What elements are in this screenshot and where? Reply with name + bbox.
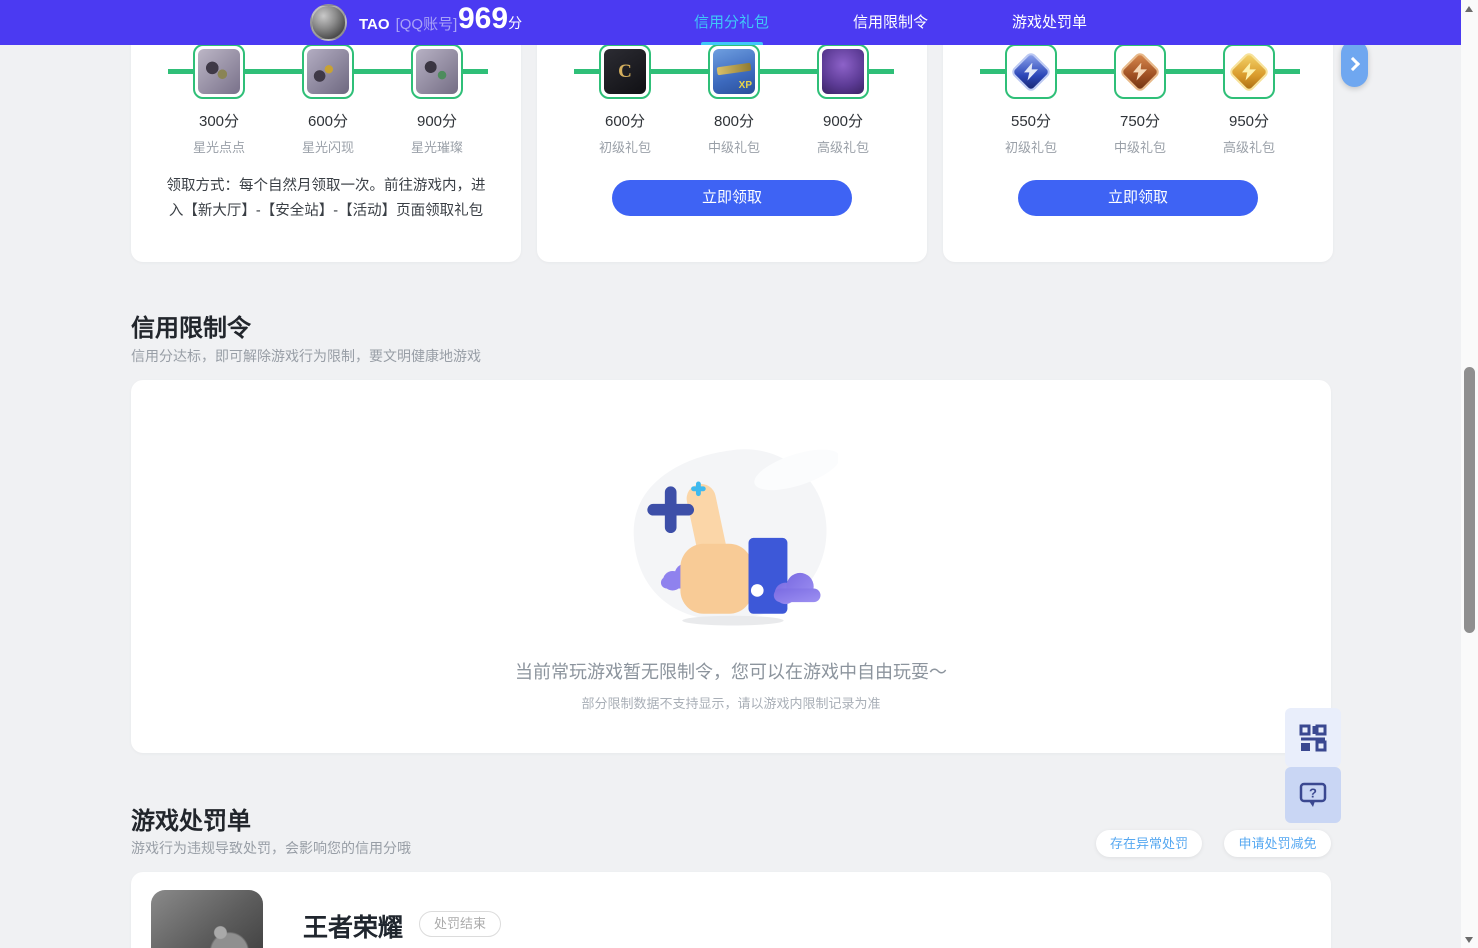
tab-label: 信用分礼包	[694, 14, 769, 31]
gift-item-icon: XP	[708, 44, 760, 99]
user-name: TAO	[359, 16, 390, 33]
game-name: 王者荣耀	[303, 908, 403, 944]
milestone: XP 800分 中级礼包	[682, 44, 786, 156]
punishment-status-badge: 处罚结束	[419, 911, 501, 937]
gift-item-icon	[817, 44, 869, 99]
gift-item-icon	[302, 44, 354, 99]
help-bubble-icon: ?	[1298, 780, 1328, 810]
milestone-name: 初级礼包	[599, 137, 651, 156]
milestone: 900分 高级礼包	[791, 44, 895, 156]
milestone-name: 星光闪现	[302, 137, 354, 156]
scroll-up-arrow-icon[interactable]	[1465, 6, 1473, 12]
restriction-section-subtitle: 信用分达标，即可解除游戏行为限制，要文明健康地游戏	[131, 346, 481, 366]
claim-instructions: 领取方式：每个自然月领取一次。前往游戏内，进 入【新大厅】-【安全站】-【活动】…	[157, 174, 495, 224]
avatar	[310, 4, 347, 41]
milestone-score: 300分	[199, 110, 239, 131]
milestone-name: 星光璀璨	[411, 137, 463, 156]
account-type-label: [QQ账号]	[396, 16, 458, 33]
milestone-score: 600分	[308, 110, 348, 131]
milestone: 750分 中级礼包	[1088, 44, 1192, 156]
purple-crate-icon	[822, 49, 864, 94]
restriction-empty-note: 部分限制数据不支持显示，请以游戏内限制记录为准	[131, 693, 1331, 712]
claim-instructions-line1: 领取方式：每个自然月领取一次。前往游戏内，进	[157, 174, 495, 199]
tab-credit-restrictions[interactable]: 信用限制令	[853, 0, 928, 45]
credit-score-unit: 分	[508, 15, 522, 31]
weapon-skin-icon	[307, 49, 349, 94]
scrollbar[interactable]	[1461, 0, 1478, 948]
milestone-score: 600分	[605, 110, 645, 131]
milestone: C 600分 初级礼包	[573, 44, 677, 156]
restriction-empty-card: 当前常玩游戏暂无限制令，您可以在游戏中自由玩耍～ 部分限制数据不支持显示，请以游…	[131, 380, 1331, 753]
gift-item-icon	[193, 44, 245, 99]
next-cards-button[interactable]	[1341, 40, 1368, 87]
restriction-section-title: 信用限制令	[131, 308, 251, 343]
svg-text:?: ?	[1309, 786, 1317, 801]
claim-now-button[interactable]: 立即领取	[612, 180, 852, 216]
tab-credit-gifts[interactable]: 信用分礼包	[694, 0, 769, 45]
claim-now-button[interactable]: 立即领取	[1018, 180, 1258, 216]
milestone-score: 900分	[417, 110, 457, 131]
gift-item-icon	[1223, 44, 1275, 99]
xp-label: XP	[739, 80, 752, 91]
game-icon-honor-of-kings	[151, 890, 263, 948]
milestone-score: 800分	[714, 110, 754, 131]
punishment-section-subtitle: 游戏行为违规导致处罚，会影响您的信用分哦	[131, 838, 411, 858]
gift-item-icon	[1005, 44, 1057, 99]
claim-instructions-line2: 入【新大厅】-【安全站】-【活动】页面领取礼包	[157, 199, 495, 224]
milestone-name: 初级礼包	[1005, 137, 1057, 156]
milestone-name: 高级礼包	[817, 137, 869, 156]
milestones: 300分 星光点点 600分 星光闪现 900分 星光璀璨	[167, 44, 489, 156]
tab-game-punishments[interactable]: 游戏处罚单	[1012, 0, 1087, 45]
milestone-score: 550分	[1011, 110, 1051, 131]
milestone-score: 950分	[1229, 110, 1269, 131]
milestone-name: 高级礼包	[1223, 137, 1275, 156]
qr-code-button[interactable]	[1285, 708, 1341, 767]
milestone-name: 星光点点	[193, 137, 245, 156]
punishment-reduction-link[interactable]: 申请处罚减免	[1224, 830, 1331, 857]
blue-badge-icon	[1010, 49, 1052, 94]
abnormal-punishment-link[interactable]: 存在异常处罚	[1096, 830, 1202, 857]
xp-card-icon: XP	[713, 49, 755, 94]
milestone-score: 900分	[823, 110, 863, 131]
gift-item-icon	[1114, 44, 1166, 99]
gift-item-icon: C	[599, 44, 651, 99]
milestone: 550分 初级礼包	[979, 44, 1083, 156]
qr-code-icon	[1299, 724, 1327, 752]
bronze-badge-icon	[1119, 49, 1161, 94]
milestone-name: 中级礼包	[708, 137, 760, 156]
military-gear-icon	[198, 49, 240, 94]
punishment-section-title: 游戏处罚单	[131, 801, 251, 836]
restriction-empty-message: 当前常玩游戏暂无限制令，您可以在游戏中自由玩耍～	[131, 658, 1331, 684]
punishment-record-card[interactable]: 王者荣耀 处罚结束	[131, 872, 1331, 948]
milestone: 950分 高级礼包	[1197, 44, 1301, 156]
milestone: 900分 星光璀璨	[385, 44, 489, 156]
thumbs-up-illustration	[624, 440, 838, 630]
tab-label: 游戏处罚单	[1012, 14, 1087, 31]
scroll-down-arrow-icon[interactable]	[1465, 937, 1473, 943]
milestone-score: 750分	[1120, 110, 1160, 131]
chevron-right-icon	[1346, 57, 1360, 71]
gift-item-icon	[411, 44, 463, 99]
coin-letter: C	[618, 61, 632, 83]
help-button[interactable]: ?	[1285, 767, 1341, 823]
user-line: TAO [QQ账号]	[359, 13, 457, 34]
credit-score-value: 969	[458, 2, 508, 35]
milestone: 600分 星光闪现	[276, 44, 380, 156]
scrollbar-thumb[interactable]	[1464, 367, 1475, 633]
milestones: C 600分 初级礼包 XP 800分 中级礼包 900分 高级礼包	[573, 44, 895, 156]
top-navbar: TAO [QQ账号] 969分 信用分礼包 信用限制令 游戏处罚单	[0, 0, 1461, 45]
gold-coin-icon: C	[604, 49, 646, 94]
gold-badge-icon	[1228, 49, 1270, 94]
milestone: 300分 星光点点	[167, 44, 271, 156]
credit-score: 969分	[458, 2, 522, 36]
tab-label: 信用限制令	[853, 14, 928, 31]
milestone-name: 中级礼包	[1114, 137, 1166, 156]
milestones: 550分 初级礼包 750分 中级礼包 950分 高级礼包	[979, 44, 1301, 156]
active-tab-underline	[701, 42, 763, 45]
nav-tabs: 信用分礼包 信用限制令 游戏处罚单	[694, 0, 1087, 45]
weapon-gear-icon	[416, 49, 458, 94]
